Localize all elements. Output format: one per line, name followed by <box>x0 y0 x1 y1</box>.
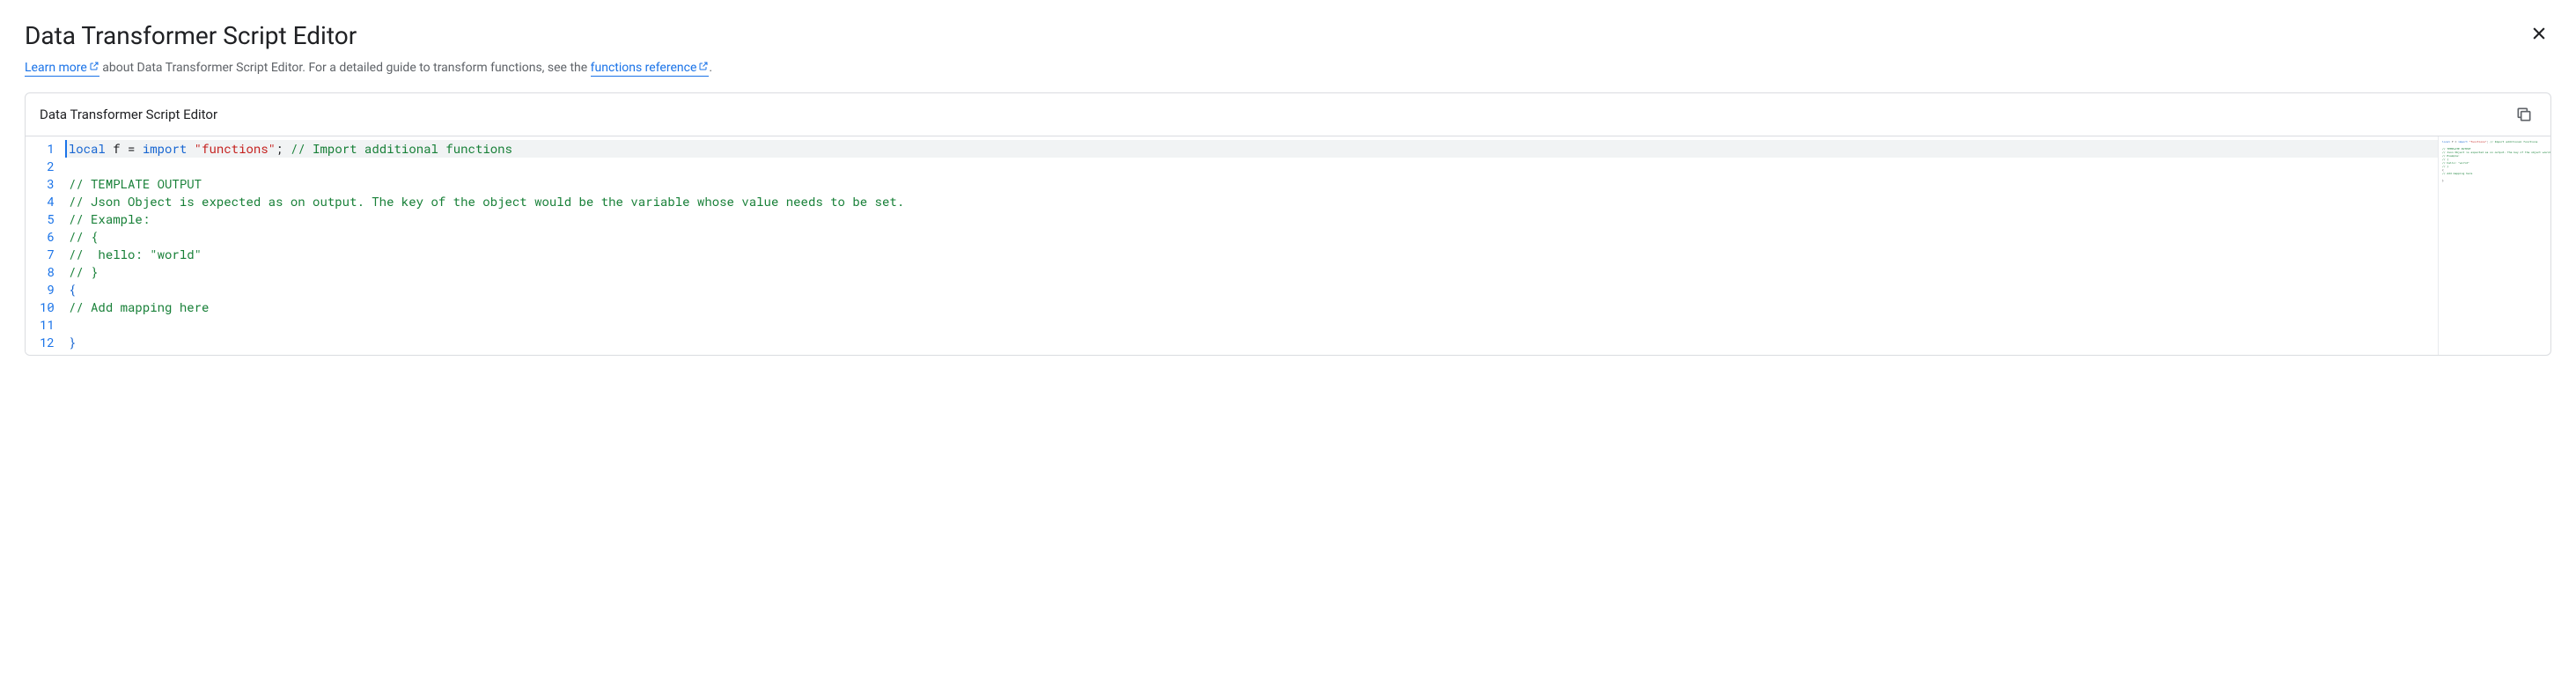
code-line[interactable]: // Json Object is expected as on output.… <box>65 193 2438 210</box>
code-line[interactable] <box>65 158 2438 175</box>
copy-icon <box>2515 106 2533 123</box>
functions-reference-link[interactable]: functions reference <box>591 61 710 77</box>
minimap[interactable]: local f = import "functions"; // Import … <box>2438 136 2550 355</box>
code-line[interactable]: // hello: "world" <box>65 246 2438 263</box>
code-content[interactable]: local f = import "functions"; // Import … <box>65 136 2438 355</box>
line-number: 9 <box>40 281 55 298</box>
external-link-icon <box>698 61 709 71</box>
line-number: 2 <box>40 158 55 175</box>
line-number: 3 <box>40 175 55 193</box>
line-number: 1 <box>40 140 55 158</box>
copy-button[interactable] <box>2512 102 2536 127</box>
line-number: 6 <box>40 228 55 246</box>
code-line[interactable]: local f = import "functions"; // Import … <box>65 140 2438 158</box>
learn-more-link[interactable]: Learn more <box>25 61 99 77</box>
subtitle: Learn more about Data Transformer Script… <box>25 61 2551 75</box>
line-number: 4 <box>40 193 55 210</box>
line-number: 11 <box>40 316 55 334</box>
code-line[interactable]: // Example: <box>65 210 2438 228</box>
code-line[interactable]: // { <box>65 228 2438 246</box>
line-number: 7 <box>40 246 55 263</box>
code-line[interactable] <box>65 316 2438 334</box>
page-title: Data Transformer Script Editor <box>25 21 357 50</box>
panel-header: Data Transformer Script Editor <box>26 93 2550 136</box>
line-number: 5 <box>40 210 55 228</box>
close-button[interactable] <box>2527 21 2551 46</box>
line-gutter: 123456789101112 <box>26 136 65 355</box>
code-line[interactable]: // } <box>65 263 2438 281</box>
minimap-line: } <box>2442 179 2547 182</box>
code-line[interactable]: // TEMPLATE OUTPUT <box>65 175 2438 193</box>
close-icon <box>2530 25 2548 42</box>
code-editor[interactable]: 123456789101112 local f = import "functi… <box>26 136 2438 355</box>
subtitle-text-1: about Data Transformer Script Editor. Fo… <box>99 61 591 75</box>
editor-body: 123456789101112 local f = import "functi… <box>26 136 2550 355</box>
minimap-line: local f = import "functions"; // Import … <box>2442 140 2547 144</box>
subtitle-text-2: . <box>709 61 712 75</box>
line-number: 8 <box>40 263 55 281</box>
editor-panel: Data Transformer Script Editor 123456789… <box>25 92 2551 356</box>
line-number: 10 <box>40 298 55 316</box>
panel-title: Data Transformer Script Editor <box>40 107 217 122</box>
code-line[interactable]: // Add mapping here <box>65 298 2438 316</box>
external-link-icon <box>89 61 99 71</box>
line-number: 12 <box>40 334 55 351</box>
code-line[interactable]: { <box>65 281 2438 298</box>
code-line[interactable]: } <box>65 334 2438 351</box>
